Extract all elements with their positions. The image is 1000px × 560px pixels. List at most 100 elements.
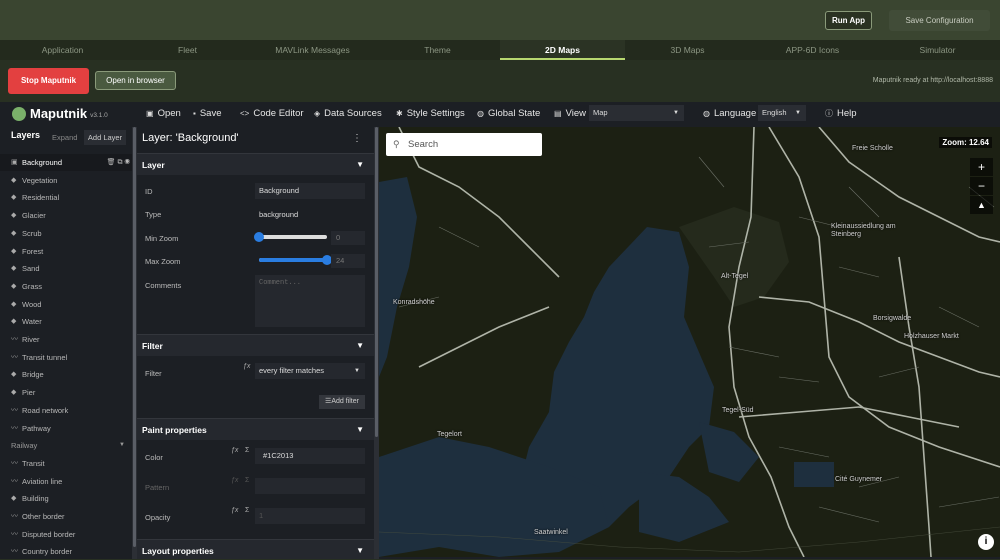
global-state-button[interactable]: ◍ Global State	[477, 108, 540, 119]
layer-group-railway[interactable]: Railway ▼	[0, 437, 132, 455]
function-icon[interactable]: ƒx	[231, 507, 238, 514]
color-input[interactable]: #1C2013	[255, 448, 365, 464]
tab-3d-maps[interactable]: 3D Maps	[625, 40, 750, 60]
section-filter[interactable]: Filter ▼	[137, 334, 374, 356]
min-zoom-slider[interactable]	[259, 235, 327, 239]
layer-item-bridge[interactable]: ◆ Bridge	[0, 366, 132, 383]
layer-item-vegetation[interactable]: ◆ Vegetation	[0, 172, 132, 189]
layer-item-grass[interactable]: ◆ Grass	[0, 278, 132, 295]
filter-label: Filter	[145, 369, 162, 378]
layer-item-forest[interactable]: ◆ Forest	[0, 243, 132, 260]
zoom-level-label: Zoom: 12.64	[939, 137, 992, 148]
layer-item-country-border[interactable]: 〰 Country border	[0, 543, 132, 560]
map-label: Cité Guynemer	[835, 476, 883, 483]
tab-theme[interactable]: Theme	[375, 40, 500, 60]
tab-mavlink-messages[interactable]: MAVLink Messages	[250, 40, 375, 60]
language-select-value: English	[762, 108, 787, 117]
layer-item-transit[interactable]: 〰 Transit	[0, 455, 132, 472]
filter-select[interactable]: every filter matches ▼	[255, 363, 365, 379]
layer-item-disputed-border[interactable]: 〰 Disputed border	[0, 526, 132, 543]
layer-item-building[interactable]: ◆ Building	[0, 490, 132, 507]
function-icon[interactable]: ƒx	[231, 447, 238, 454]
comments-textarea[interactable]: Comment...	[255, 275, 365, 327]
layer-item-other-border[interactable]: 〰 Other border	[0, 508, 132, 525]
min-zoom-input[interactable]: 0	[331, 231, 365, 245]
language-label-group: ◍ Language	[703, 108, 756, 119]
layer-item-water[interactable]: ◆ Water	[0, 313, 132, 330]
zoom-out-button[interactable]: −	[970, 177, 993, 195]
delete-icon[interactable]: 🗑	[107, 159, 116, 166]
map-search-input[interactable]: ⚲ Search	[386, 133, 542, 156]
data-sources-button[interactable]: ◈ Data Sources	[314, 108, 382, 119]
tab-application[interactable]: Application	[0, 40, 125, 60]
help-button[interactable]: ⓘ Help	[825, 108, 857, 119]
map-view[interactable]: ⚲ Search Zoom: 12.64 + − ▲ Freie Scholle …	[379, 127, 1000, 557]
zoom-in-button[interactable]: +	[970, 158, 993, 176]
function-icon[interactable]: ƒx	[231, 477, 238, 484]
layer-item-wood[interactable]: ◆ Wood	[0, 296, 132, 313]
layer-item-river[interactable]: 〰 River	[0, 331, 132, 348]
expand-button[interactable]: Expand	[52, 133, 77, 142]
logo[interactable]: Maputnik v3.1.0	[12, 106, 108, 121]
save-button[interactable]: ▪ Save	[193, 108, 222, 119]
global-state-label: Global State	[487, 108, 541, 119]
code-editor-button[interactable]: <> Code Editor	[240, 108, 304, 119]
add-filter-button[interactable]: ☰Add filter	[319, 395, 365, 409]
layer-label: Glacier	[22, 211, 46, 221]
style-settings-button[interactable]: ✱ Style Settings	[396, 108, 465, 119]
info-icon[interactable]: i	[978, 534, 994, 550]
layer-group-label: Railway	[11, 441, 38, 451]
run-app-button[interactable]: Run App	[825, 11, 872, 30]
section-layout-properties[interactable]: Layout properties ▼	[137, 539, 374, 559]
layer-item-sand[interactable]: ◆ Sand	[0, 260, 132, 277]
compass-icon[interactable]: ▲	[970, 196, 993, 214]
layer-item-scrub[interactable]: ◆ Scrub	[0, 225, 132, 242]
sigma-icon[interactable]: Σ	[245, 507, 249, 514]
open-label: Open	[157, 108, 181, 119]
layer-item-pathway[interactable]: 〰 Pathway	[0, 420, 132, 437]
help-label: Help	[837, 108, 857, 119]
code-editor-label: Code Editor	[253, 108, 304, 119]
chevron-down-icon[interactable]: ▼	[119, 437, 125, 454]
function-icon[interactable]: ƒx	[243, 363, 250, 370]
copy-icon[interactable]: ⧉	[118, 159, 123, 166]
max-zoom-input[interactable]: 24	[331, 254, 365, 268]
layer-label: Scrub	[22, 228, 42, 238]
language-select[interactable]: English ▼	[758, 105, 806, 121]
layer-item-transit-tunnel[interactable]: 〰 Transit tunnel	[0, 349, 132, 366]
save-configuration-button[interactable]: Save Configuration	[889, 10, 990, 31]
layer-item-aviation-line[interactable]: 〰 Aviation line	[0, 473, 132, 490]
layer-item-background[interactable]: ▣ Background 🗑 ⧉ ◉	[0, 154, 132, 171]
section-paint-properties[interactable]: Paint properties ▼	[137, 418, 374, 440]
scroll-thumb[interactable]	[133, 127, 136, 547]
layer-item-residential[interactable]: ◆ Residential	[0, 189, 132, 206]
pattern-input[interactable]	[255, 478, 365, 494]
layer-label: Transit	[22, 458, 45, 468]
view-select[interactable]: Map ▼	[589, 105, 684, 121]
more-vertical-icon[interactable]: ⋮	[352, 133, 362, 144]
section-layer[interactable]: Layer ▼	[137, 153, 374, 175]
map-canvas[interactable]	[379, 127, 1000, 557]
tab-2d-maps[interactable]: 2D Maps	[500, 40, 625, 60]
color-label: Color	[145, 453, 163, 462]
layer-item-road-network[interactable]: 〰 Road network	[0, 402, 132, 419]
tab-simulator[interactable]: Simulator	[875, 40, 1000, 60]
min-zoom-slider-knob[interactable]	[254, 232, 264, 242]
opacity-input[interactable]: 1	[255, 508, 365, 524]
id-input[interactable]: Background	[255, 183, 365, 199]
line-layer-icon: 〰	[11, 530, 18, 538]
help-circle-icon: ⓘ	[825, 109, 833, 118]
open-button[interactable]: ▣ Open	[146, 108, 181, 119]
scroll-thumb[interactable]	[375, 127, 378, 437]
layer-label: Water	[22, 317, 42, 327]
stop-maputnik-button[interactable]: Stop Maputnik	[8, 68, 89, 94]
add-layer-button[interactable]: Add Layer	[84, 130, 126, 145]
eye-icon[interactable]: ◉	[124, 159, 130, 166]
layer-item-pier[interactable]: ◆ Pier	[0, 384, 132, 401]
tab-app-6d-icons[interactable]: APP-6D Icons	[750, 40, 875, 60]
tab-fleet[interactable]: Fleet	[125, 40, 250, 60]
open-in-browser-button[interactable]: Open in browser	[95, 71, 176, 90]
sigma-icon[interactable]: Σ	[245, 477, 249, 484]
layer-item-glacier[interactable]: ◆ Glacier	[0, 207, 132, 224]
sigma-icon[interactable]: Σ	[245, 447, 249, 454]
